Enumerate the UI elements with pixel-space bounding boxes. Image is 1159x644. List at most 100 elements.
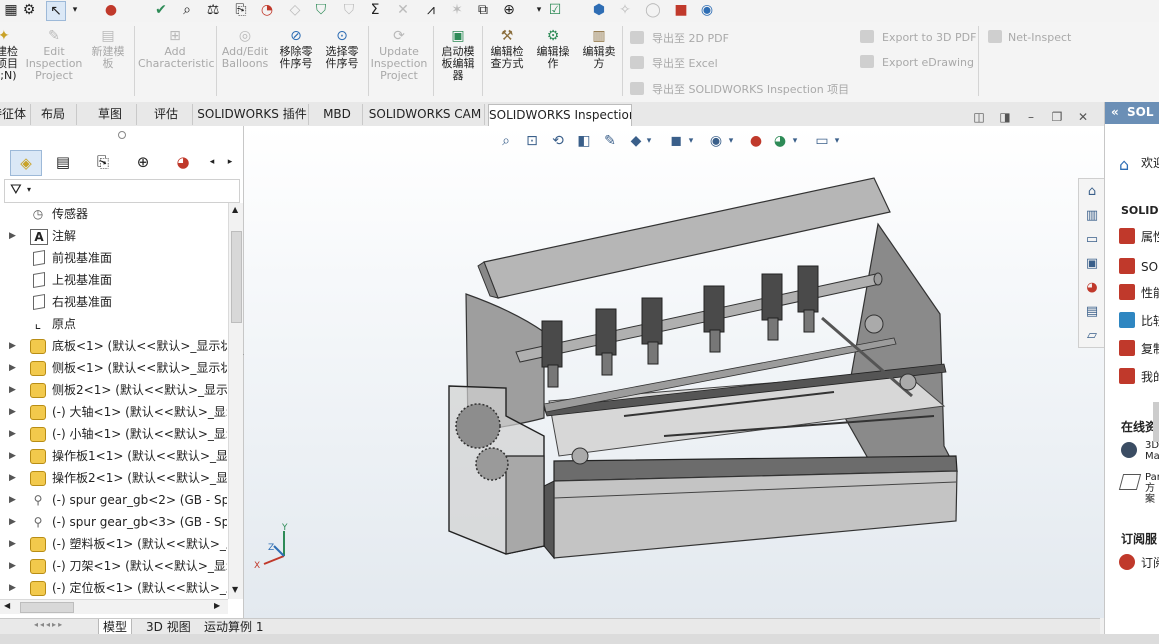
scroll-left-icon[interactable]: ◀	[4, 601, 10, 610]
display-manager-tab-icon[interactable]: ◕	[168, 150, 198, 174]
scroll-thumb[interactable]	[20, 602, 74, 613]
new-document-icon[interactable]: ▦	[2, 1, 20, 19]
graphics-area[interactable]: Y X Z	[244, 126, 1104, 618]
add-characteristic-button[interactable]: ⊞ Add Characteristic	[138, 28, 215, 70]
view-palette-icon[interactable]: ▣	[1082, 254, 1102, 274]
tool-link[interactable]: 比较	[1119, 312, 1159, 329]
expand-icon[interactable]: ▶	[9, 489, 19, 511]
select-pointer-icon[interactable]: ↖	[46, 1, 66, 21]
expand-icon[interactable]: ▶	[9, 555, 19, 577]
tool-link[interactable]: 性能	[1119, 284, 1159, 301]
tree-item-spur-gear-3[interactable]: ▶ ⚲ (-) spur gear_gb<3> (GB - Sp	[0, 511, 227, 533]
tool-link[interactable]: SO	[1119, 258, 1158, 274]
tree-item-plastic-plate[interactable]: ▶ (-) 塑料板<1> (默认<<默认>_显	[0, 533, 227, 555]
document-icon[interactable]: ⎘	[232, 1, 250, 19]
scroll-down-icon[interactable]: ▼	[232, 585, 238, 594]
check-shield-icon[interactable]: ⛉	[312, 1, 330, 19]
tab-solidworks-addins[interactable]: SOLIDWORKS 插件	[196, 104, 309, 125]
export-2d-pdf-button[interactable]: 导出至 2D PDF	[630, 30, 729, 46]
tab-3d-views[interactable]: 3D 视图	[142, 619, 195, 635]
view-settings-icon[interactable]: ▭	[812, 131, 832, 151]
expand-icon[interactable]: ▶	[9, 577, 19, 599]
expand-icon[interactable]: ▶	[9, 511, 19, 533]
dimxpert-tab-icon[interactable]: ⊕	[128, 150, 158, 174]
tree-item-spur-gear-2[interactable]: ▶ ⚲ (-) spur gear_gb<2> (GB - Sp	[0, 489, 227, 511]
custom-properties-icon[interactable]: ▤	[1082, 302, 1102, 322]
launch-template-editor-button[interactable]: ▣ 启动模 板编辑 器	[436, 28, 480, 82]
zoom-fit-icon[interactable]: ⌕	[178, 1, 196, 19]
design-library-icon[interactable]: ▥	[1082, 206, 1102, 226]
feature-manager-tab-icon[interactable]: ◈	[10, 150, 42, 176]
home-icon[interactable]: ⌂	[1082, 182, 1102, 202]
tree-item-front-plane[interactable]: 前视基准面	[0, 247, 227, 269]
section-view-icon[interactable]: ◧	[574, 131, 594, 151]
tab-solidworks-inspection[interactable]: SOLIDWORKS Inspection	[488, 104, 632, 127]
chevron-down-icon[interactable]: ▾	[686, 131, 696, 151]
stop-icon[interactable]: ■	[672, 1, 690, 19]
chevron-down-icon[interactable]: ▾	[66, 1, 84, 19]
hide-show-items-icon[interactable]: ◉	[706, 131, 726, 151]
checklist-icon[interactable]: ☑	[546, 1, 564, 19]
tree-item-sensors[interactable]: ◷ 传感器	[0, 203, 227, 225]
tab-motion-study[interactable]: 运动算例 1	[200, 619, 267, 635]
tile-left-icon[interactable]: ◫	[972, 110, 986, 124]
expand-icon[interactable]: ▶	[9, 533, 19, 555]
export-3d-pdf-button[interactable]: Export to 3D PDF	[860, 30, 976, 44]
edit-inspection-project-button[interactable]: ✎ Edit Inspection Project	[22, 28, 86, 82]
tab-nav-arrows-icon[interactable]: ◂◂◂▸▸	[34, 620, 64, 629]
close-icon[interactable]: ✕	[1076, 110, 1090, 124]
expand-icon[interactable]: ▶	[9, 335, 19, 357]
expand-icon[interactable]: ▶	[9, 401, 19, 423]
tree-vertical-scrollbar[interactable]: ▲ ▼	[228, 203, 243, 599]
tree-item-base-plate[interactable]: ▶ 底板<1> (默认<<默认>_显示状	[0, 335, 227, 357]
collapse-icon[interactable]: «	[1111, 105, 1119, 119]
expand-icon[interactable]: ▶	[9, 445, 19, 467]
tree-item-right-plane[interactable]: 右视基准面	[0, 291, 227, 313]
chevron-down-icon[interactable]: ▾	[790, 131, 800, 151]
edit-inspection-method-button[interactable]: ⚒ 编辑检 查方式	[486, 28, 528, 70]
chevron-down-icon[interactable]: ▾	[726, 131, 736, 151]
zoom-to-fit-icon[interactable]: ⌕	[496, 131, 516, 151]
model-view[interactable]: Y X Z	[244, 126, 1104, 618]
edit-vendor-button[interactable]: ▥ 编辑卖 方	[578, 28, 620, 70]
tree-item-top-plane[interactable]: 上视基准面	[0, 269, 227, 291]
scroll-right-icon[interactable]: ▸	[222, 150, 238, 174]
filter-field[interactable]: ⛛ ▾	[4, 179, 240, 203]
tree-item-operation-plate-1[interactable]: ▶ 操作板1<1> (默认<<默认>_显示	[0, 445, 227, 467]
display-style-icon[interactable]: ◼	[666, 131, 686, 151]
zoom-to-area-icon[interactable]: ⊡	[522, 131, 542, 151]
tree-item-side-plate-2[interactable]: ▶ 侧板2<1> (默认<<默认>_显示状	[0, 379, 227, 401]
welcome-link[interactable]: ⌂欢迎	[1119, 154, 1159, 173]
configuration-manager-tab-icon[interactable]: ⎘	[88, 150, 118, 174]
tab-sketch[interactable]: 草图	[84, 104, 137, 125]
tool-link[interactable]: 我的	[1119, 368, 1159, 385]
balance-icon[interactable]: ⚖	[204, 1, 222, 19]
panel-splitter-handle[interactable]	[118, 131, 126, 139]
tree-item-positioning-plate[interactable]: ▶ (-) 定位板<1> (默认<<默认>_显	[0, 577, 227, 599]
subscription-link[interactable]: 订阅	[1119, 554, 1159, 571]
scroll-right-icon[interactable]: ▶	[214, 601, 220, 610]
chevron-down-icon[interactable]: ▾	[832, 131, 842, 151]
export-inspection-project-button[interactable]: 导出至 SOLIDWORKS Inspection 项目	[630, 81, 849, 97]
expand-icon[interactable]: ▶	[9, 467, 19, 489]
tab-layout[interactable]: 布局	[30, 104, 77, 125]
tree-item-small-shaft[interactable]: ▶ (-) 小轴<1> (默认<<默认>_显示	[0, 423, 227, 445]
export-excel-button[interactable]: 导出至 Excel	[630, 55, 718, 71]
export-edrawing-button[interactable]: Export eDrawing	[860, 55, 974, 69]
tree-item-large-shaft[interactable]: ▶ (-) 大轴<1> (默认<<默认>_显示	[0, 401, 227, 423]
tab-solidworks-cam[interactable]: SOLIDWORKS CAM	[366, 104, 485, 125]
tree-item-side-plate[interactable]: ▶ 侧板<1> (默认<<默认>_显示状	[0, 357, 227, 379]
chevron-down-icon[interactable]: ▾	[644, 131, 654, 151]
expand-icon[interactable]: ▶	[9, 423, 19, 445]
globe-icon[interactable]: ◉	[698, 1, 716, 19]
tool-link[interactable]: 属性	[1119, 228, 1159, 245]
expand-icon[interactable]: ▶	[9, 357, 19, 379]
restore-icon[interactable]: ❐	[1050, 110, 1064, 124]
gauge-icon[interactable]: ◔	[258, 1, 276, 19]
sum-icon[interactable]: Σ	[366, 1, 384, 19]
tolerance-icon[interactable]: ⊕	[500, 1, 518, 19]
tab-evaluate[interactable]: 评估	[140, 104, 193, 125]
view-orientation-icon[interactable]: ◆	[626, 131, 646, 151]
select-part-number-button[interactable]: ⊙ 选择零 件序号	[320, 28, 364, 70]
appearance-icon[interactable]: ●	[102, 1, 120, 19]
